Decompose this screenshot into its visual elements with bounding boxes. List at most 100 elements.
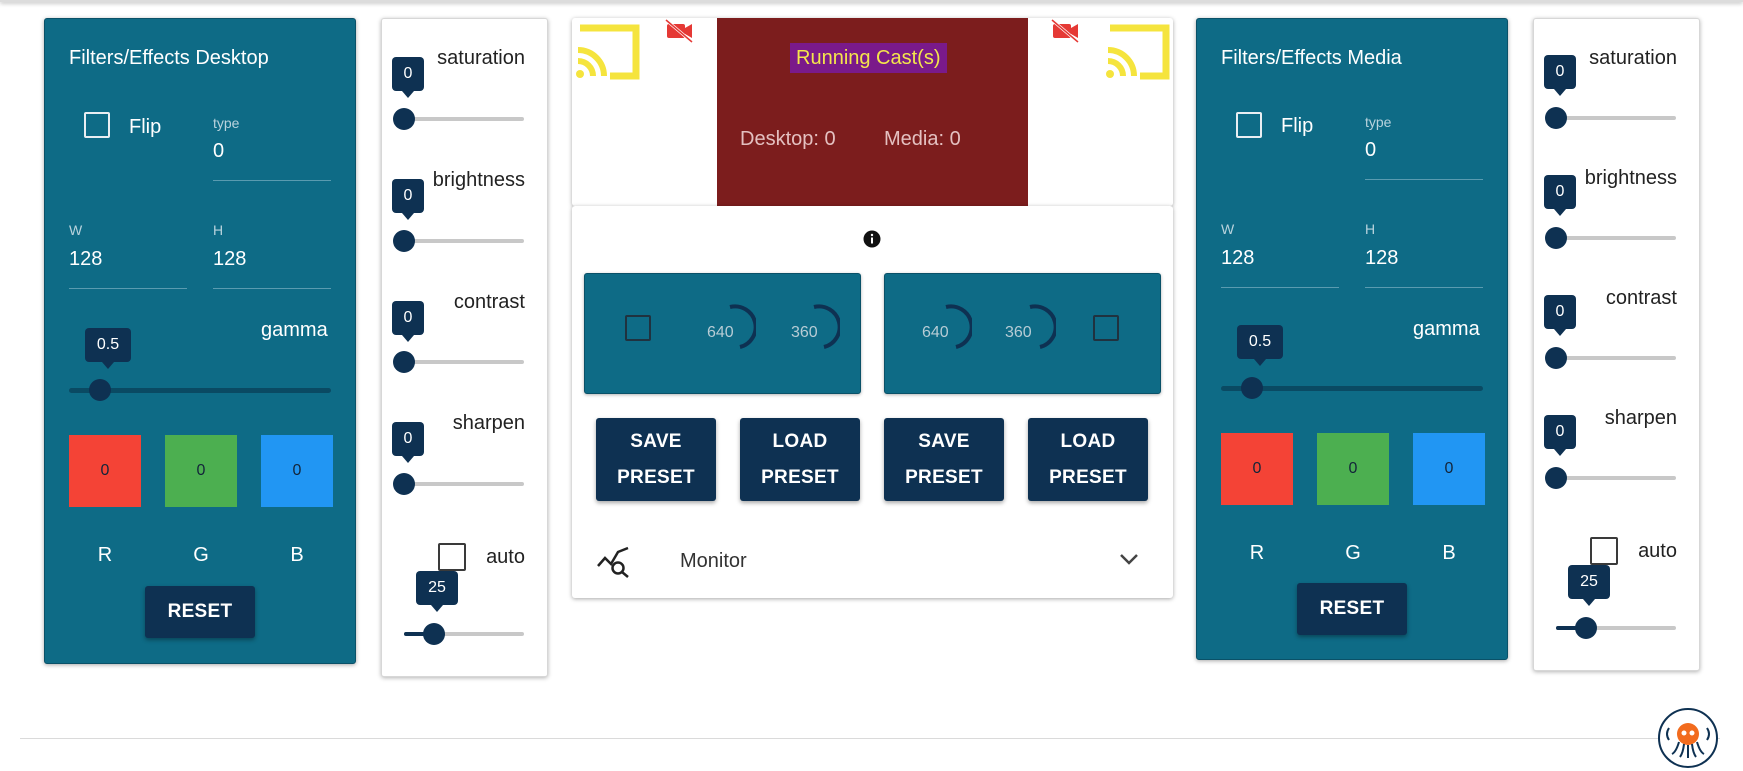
width-label: W (1221, 221, 1235, 237)
load-preset-label-line2: PRESET (1049, 466, 1127, 488)
reset-button[interactable]: RESET (145, 586, 255, 638)
auto-slider-thumb[interactable] (423, 623, 445, 645)
save-preset-button[interactable]: SAVE PRESET (884, 418, 1004, 501)
contrast-value-bubble: 0 (1544, 295, 1576, 336)
media-height-value: 360 (1005, 324, 1032, 341)
contrast-label: contrast (1605, 287, 1677, 309)
sharpen-slider-thumb[interactable] (393, 473, 415, 495)
type-label: type (213, 115, 240, 131)
brightness-slider-track[interactable] (404, 239, 524, 243)
video-off-icon[interactable] (1050, 18, 1080, 44)
blue-swatch[interactable]: 0 (261, 435, 333, 507)
green-swatch[interactable]: 0 (165, 435, 237, 507)
panel-title: Filters/Effects Media (1221, 47, 1402, 69)
contrast-slider-track[interactable] (1556, 356, 1676, 360)
cast-icon[interactable] (574, 24, 642, 80)
octopus-logo-icon[interactable] (1658, 708, 1718, 768)
brightness-slider-thumb[interactable] (393, 230, 415, 252)
red-swatch[interactable]: 0 (69, 435, 141, 507)
auto-value-bubble: 25 (416, 571, 458, 612)
red-swatch[interactable]: 0 (1221, 433, 1293, 505)
auto-value-bubble: 25 (1568, 565, 1610, 606)
desktop-height-value: 360 (791, 324, 818, 341)
type-label: type (1365, 114, 1392, 130)
cast-icon[interactable] (1104, 24, 1172, 80)
contrast-slider-thumb[interactable] (393, 351, 415, 373)
brightness-value-bubble: 0 (1544, 175, 1576, 216)
sharpen-slider-track[interactable] (404, 482, 524, 486)
gamma-label: gamma (261, 319, 328, 341)
brightness-slider-thumb[interactable] (1545, 227, 1567, 249)
blue-label: B (1442, 542, 1456, 564)
brightness-label: brightness (1584, 167, 1677, 189)
sharpen-slider-track[interactable] (1556, 476, 1676, 480)
height-label: H (213, 222, 224, 238)
monitor-label[interactable]: Monitor (680, 550, 747, 573)
width-field[interactable]: 128 (69, 248, 102, 271)
saturation-slider-track[interactable] (1556, 116, 1676, 120)
desktop-preset-checkbox[interactable] (625, 315, 651, 341)
saturation-slider-track[interactable] (404, 117, 524, 121)
media-preset-checkbox[interactable] (1093, 315, 1119, 341)
height-underline (1365, 287, 1483, 288)
gamma-slider-thumb[interactable] (1241, 377, 1263, 399)
type-underline (1365, 179, 1483, 180)
red-label: R (97, 544, 113, 566)
flip-label: Flip (129, 116, 162, 138)
save-preset-label-line2: PRESET (905, 466, 983, 488)
width-underline (1221, 287, 1339, 288)
gamma-value-bubble: 0.5 (1237, 325, 1283, 366)
gamma-value-bubble: 0.5 (85, 328, 131, 369)
gamma-slider-thumb[interactable] (89, 379, 111, 401)
auto-checkbox[interactable] (1590, 537, 1618, 565)
height-label: H (1365, 221, 1376, 237)
desktop-adjustments-panel: saturation 0 brightness 0 contrast 0 sha… (381, 18, 548, 677)
auto-label: auto (1638, 540, 1677, 562)
sharpen-value-bubble: 0 (392, 422, 424, 463)
info-icon[interactable] (863, 230, 881, 248)
contrast-slider-thumb[interactable] (1545, 347, 1567, 369)
saturation-label: saturation (1589, 47, 1677, 69)
green-label: G (193, 544, 209, 566)
auto-checkbox[interactable] (438, 543, 466, 571)
sharpen-slider-thumb[interactable] (1545, 467, 1567, 489)
flip-checkbox[interactable] (84, 112, 110, 138)
auto-label: auto (486, 546, 525, 568)
height-field[interactable]: 128 (213, 248, 246, 271)
contrast-slider-track[interactable] (404, 360, 524, 364)
media-filters-panel: Filters/Effects Media Flip type 0 W 128 … (1196, 18, 1508, 660)
footer-divider (20, 738, 1720, 739)
load-preset-button[interactable]: LOAD PRESET (1028, 418, 1148, 501)
top-app-bar-shadow (0, 0, 1743, 2)
brightness-label: brightness (432, 169, 525, 191)
reset-button[interactable]: RESET (1297, 583, 1407, 635)
octopus-icon (1666, 723, 1710, 758)
green-swatch[interactable]: 0 (1317, 433, 1389, 505)
auto-slider-thumb[interactable] (1575, 617, 1597, 639)
load-preset-button[interactable]: LOAD PRESET (740, 418, 860, 501)
desktop-width-value: 640 (707, 324, 734, 341)
blue-label: B (290, 544, 304, 566)
save-preset-label-line1: SAVE (918, 430, 970, 452)
height-field[interactable]: 128 (1365, 247, 1398, 270)
desktop-cast-count: Desktop: 0 (740, 128, 836, 150)
video-off-icon[interactable] (664, 18, 694, 44)
saturation-slider-thumb[interactable] (1545, 107, 1567, 129)
type-underline (213, 180, 331, 181)
type-field[interactable]: 0 (213, 140, 224, 163)
type-field[interactable]: 0 (1365, 139, 1376, 162)
brightness-value-bubble: 0 (392, 179, 424, 220)
saturation-slider-thumb[interactable] (393, 108, 415, 130)
flip-checkbox[interactable] (1236, 112, 1262, 138)
save-preset-button[interactable]: SAVE PRESET (596, 418, 716, 501)
media-cast-count: Media: 0 (884, 128, 961, 150)
save-preset-label-line2: PRESET (617, 466, 695, 488)
brightness-slider-track[interactable] (1556, 236, 1676, 240)
load-preset-label-line2: PRESET (761, 466, 839, 488)
blue-swatch[interactable]: 0 (1413, 433, 1485, 505)
contrast-label: contrast (453, 291, 525, 313)
width-field[interactable]: 128 (1221, 247, 1254, 270)
desktop-filters-panel: Filters/Effects Desktop Flip type 0 W 12… (44, 18, 356, 664)
sharpen-label: sharpen (1604, 407, 1677, 429)
chevron-down-icon[interactable] (1118, 552, 1140, 566)
